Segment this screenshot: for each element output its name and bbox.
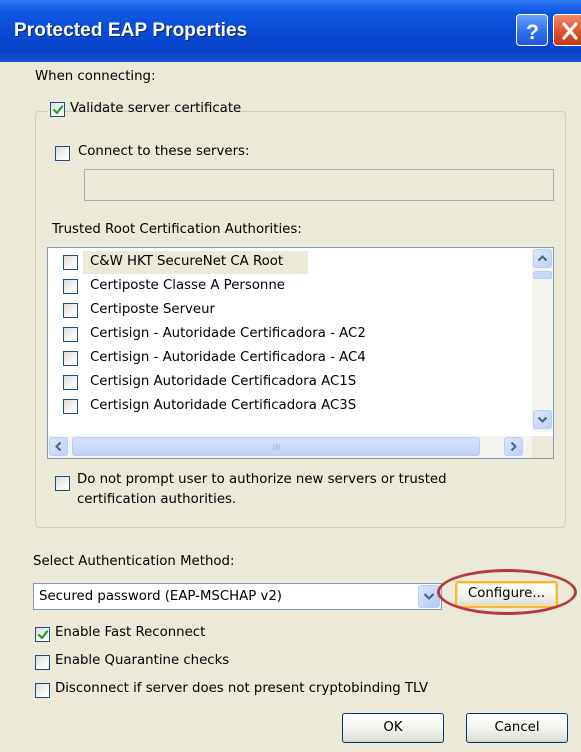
scroll-up-button[interactable] xyxy=(533,249,552,268)
disconnect-cryptobinding-label: Disconnect if server does not present cr… xyxy=(55,681,429,696)
scroll-left-button[interactable] xyxy=(49,437,68,456)
list-item-label: Certiposte Serveur xyxy=(90,302,215,317)
list-item[interactable]: Certisign - Autoridade Certificadora - A… xyxy=(48,347,528,370)
list-item-checkbox[interactable] xyxy=(63,399,78,414)
list-item[interactable]: Certiposte Classe A Personne xyxy=(48,275,528,298)
list-item-checkbox[interactable] xyxy=(63,279,78,294)
scrollbar-corner xyxy=(532,436,553,458)
list-item[interactable]: Certisign Autoridade Certificadora AC3S xyxy=(48,395,528,418)
enable-quarantine-checkbox[interactable] xyxy=(35,655,50,670)
chevron-up-icon xyxy=(537,255,548,262)
list-item[interactable]: Certisign - Autoridade Certificadora - A… xyxy=(48,323,528,346)
checkmark-icon xyxy=(37,630,49,640)
list-item-checkbox[interactable] xyxy=(63,351,78,366)
trusted-root-label: Trusted Root Certification Authorities: xyxy=(52,222,302,237)
list-item-label: Certiposte Classe A Personne xyxy=(90,278,285,293)
close-icon xyxy=(562,22,578,40)
connect-to-servers-checkbox[interactable] xyxy=(55,146,70,161)
vertical-scrollbar[interactable] xyxy=(532,248,553,432)
list-item-checkbox[interactable] xyxy=(63,303,78,318)
list-item-label: Certisign Autoridade Certificadora AC3S xyxy=(90,398,357,413)
grip-icon xyxy=(273,444,280,450)
list-item-checkbox[interactable] xyxy=(63,255,78,270)
disconnect-cryptobinding-checkbox[interactable] xyxy=(35,683,50,698)
horizontal-scrollbar[interactable] xyxy=(48,436,534,458)
do-not-prompt-checkbox[interactable] xyxy=(55,476,70,491)
window-title: Protected EAP Properties xyxy=(14,20,248,41)
cancel-button[interactable]: Cancel xyxy=(466,713,568,743)
ok-button[interactable]: OK xyxy=(342,713,444,743)
list-item-label: Certisign - Autoridade Certificadora - A… xyxy=(90,350,366,365)
servers-input[interactable] xyxy=(84,169,554,201)
list-item-label: Certisign - Autoridade Certificadora - A… xyxy=(90,326,366,341)
trusted-root-list[interactable]: C&W HKT SecureNet CA Root Certiposte Cla… xyxy=(47,247,554,459)
chevron-down-icon xyxy=(423,593,435,601)
list-item-checkbox[interactable] xyxy=(63,375,78,390)
help-button[interactable]: ? xyxy=(516,14,548,46)
when-connecting-label: When connecting: xyxy=(35,69,156,84)
horizontal-scroll-thumb[interactable] xyxy=(72,437,480,456)
close-button[interactable] xyxy=(553,14,581,46)
list-item-checkbox[interactable] xyxy=(63,327,78,342)
list-item[interactable]: Certisign Autoridade Certificadora AC1S xyxy=(48,371,528,394)
svg-text:?: ? xyxy=(526,21,539,44)
question-mark-icon: ? xyxy=(526,21,539,44)
enable-fast-reconnect-label: Enable Fast Reconnect xyxy=(55,625,206,640)
protected-eap-properties-dialog: Protected EAP Properties ? When connecti… xyxy=(0,0,581,752)
validate-legend-spacer xyxy=(48,99,268,121)
scroll-right-button[interactable] xyxy=(504,437,523,456)
vertical-scroll-thumb[interactable] xyxy=(533,271,552,279)
scroll-down-button[interactable] xyxy=(533,410,552,429)
list-item[interactable]: Certiposte Serveur xyxy=(48,299,528,322)
title-bar[interactable]: Protected EAP Properties ? xyxy=(0,0,581,62)
list-item-label: C&W HKT SecureNet CA Root xyxy=(90,254,284,269)
chevron-down-icon xyxy=(537,416,548,423)
enable-fast-reconnect-checkbox[interactable] xyxy=(35,627,50,642)
enable-quarantine-label: Enable Quarantine checks xyxy=(55,653,230,668)
do-not-prompt-label-line2: certification authorities. xyxy=(77,492,237,507)
do-not-prompt-label-line1: Do not prompt user to authorize new serv… xyxy=(77,472,447,487)
chevron-left-icon xyxy=(55,441,62,452)
chevron-right-icon xyxy=(510,441,517,452)
connect-to-servers-label: Connect to these servers: xyxy=(78,144,250,159)
list-item-label: Certisign Autoridade Certificadora AC1S xyxy=(90,374,357,389)
configure-highlight-ring xyxy=(437,569,577,615)
auth-method-label: Select Authentication Method: xyxy=(33,554,235,569)
auth-method-value: Secured password (EAP-MSCHAP v2) xyxy=(39,589,282,604)
auth-method-select[interactable]: Secured password (EAP-MSCHAP v2) xyxy=(33,583,442,610)
list-item[interactable]: C&W HKT SecureNet CA Root xyxy=(48,251,528,274)
